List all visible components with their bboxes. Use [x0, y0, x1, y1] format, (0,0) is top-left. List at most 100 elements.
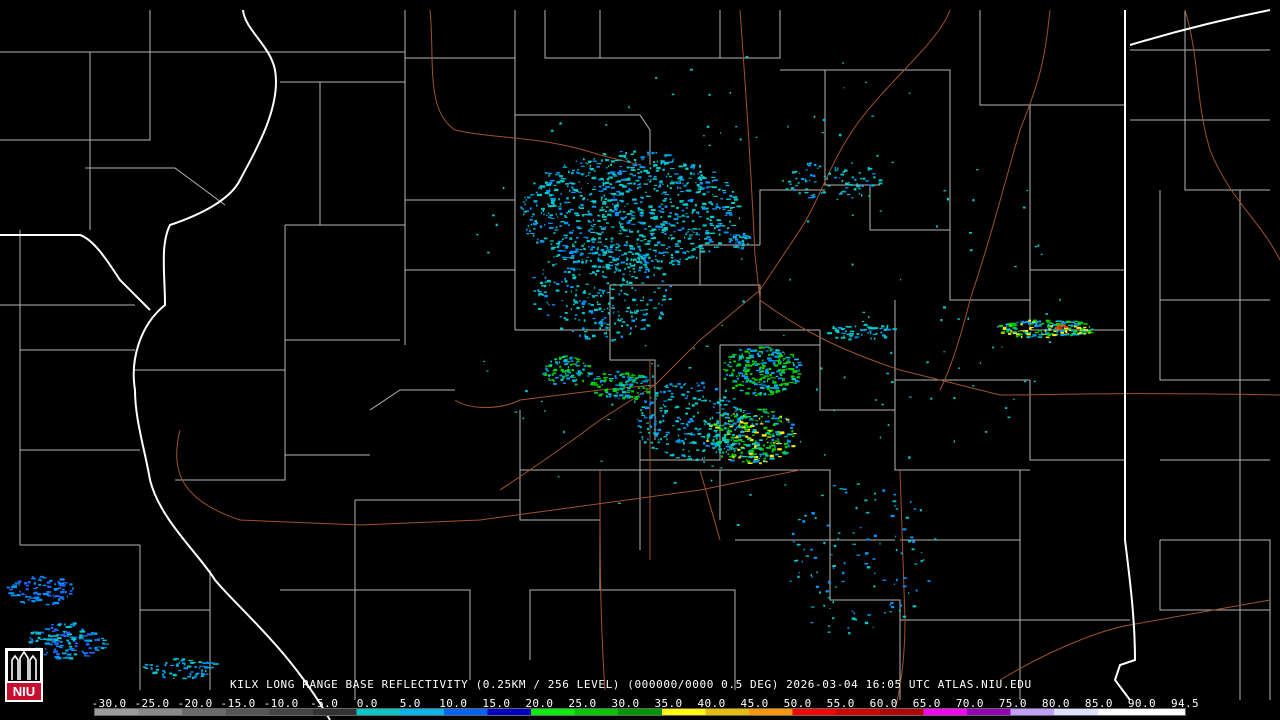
- echo-pixel: [789, 183, 792, 185]
- echo-pixel: [631, 215, 635, 217]
- echo-pixel: [697, 190, 701, 193]
- echo-pixel: [715, 205, 720, 209]
- county-line: [280, 81, 405, 341]
- echo-pixel: [1055, 320, 1061, 322]
- radar-echoes: [6, 56, 1095, 680]
- echo-pixel: [583, 158, 585, 161]
- echo-pixel: [155, 671, 157, 674]
- echo-pixel: [58, 598, 61, 601]
- echo-pixel: [832, 326, 835, 329]
- echo-pixel: [639, 249, 642, 252]
- echo-pixel: [710, 442, 714, 445]
- echo-pixel: [712, 193, 714, 195]
- echo-pixel: [889, 604, 892, 606]
- echo-pixel: [792, 541, 795, 543]
- echo-pixel: [607, 307, 609, 310]
- echo-pixel: [919, 509, 922, 512]
- echo-pixel: [554, 188, 559, 192]
- echo-pixel: [553, 232, 556, 234]
- echo-pixel: [731, 202, 736, 204]
- echo-pixel: [546, 190, 551, 193]
- echo-pixel: [638, 269, 642, 272]
- echo-pixel: [848, 181, 850, 184]
- echo-pixel: [663, 233, 667, 235]
- echo-pixel: [52, 630, 56, 633]
- echo-pixel: [1018, 334, 1020, 337]
- state-border-line: [132, 9, 331, 720]
- echo-pixel: [626, 283, 629, 286]
- echo-pixel: [1065, 321, 1068, 323]
- echo-pixel: [788, 382, 793, 383]
- echo-pixel: [603, 317, 607, 319]
- echo-pixel: [837, 538, 839, 541]
- echo-pixel: [676, 216, 682, 218]
- echo-pixel: [590, 224, 593, 226]
- echo-pixel: [718, 425, 722, 427]
- echo-pixel: [46, 581, 51, 584]
- county-line: [519, 410, 641, 660]
- echo-pixel: [612, 256, 614, 259]
- echo-pixel: [617, 172, 620, 174]
- echo-pixel: [889, 611, 892, 613]
- echo-pixel: [634, 310, 636, 313]
- echo-pixel: [729, 423, 731, 426]
- echo-pixel: [18, 580, 22, 583]
- echo-pixel: [590, 310, 594, 312]
- echo-pixel: [613, 311, 615, 314]
- echo-pixel: [752, 392, 757, 394]
- echo-pixel: [731, 353, 736, 356]
- echo-pixel: [641, 214, 643, 217]
- echo-pixel: [784, 382, 788, 386]
- echo-pixel: [709, 224, 715, 226]
- echo-pixel: [569, 208, 574, 211]
- echo-pixel: [544, 181, 549, 184]
- echo-pixel: [744, 423, 748, 426]
- echo-pixel: [532, 213, 535, 216]
- echo-pixel: [52, 635, 59, 637]
- echo-pixel: [1083, 323, 1088, 325]
- echo-pixel: [1018, 330, 1020, 333]
- echo-pixel: [780, 374, 783, 377]
- echo-pixel: [1047, 333, 1051, 336]
- echo-pixel: [569, 189, 571, 192]
- echo-pixel: [559, 374, 563, 377]
- echo-pixel: [1060, 328, 1063, 330]
- echo-pixel: [823, 604, 825, 607]
- echo-pixel: [605, 226, 607, 228]
- echo-pixel: [654, 255, 657, 257]
- echo-pixel: [615, 384, 620, 386]
- echo-pixel: [669, 198, 672, 201]
- echo-pixel: [692, 397, 697, 400]
- echo-pixel: [563, 430, 565, 434]
- echo-pixel: [583, 247, 586, 251]
- echo-pixel: [687, 455, 691, 458]
- echo-pixel: [873, 534, 877, 537]
- echo-pixel: [553, 281, 556, 284]
- echo-pixel: [759, 462, 762, 465]
- echo-pixel: [784, 418, 788, 420]
- echo-pixel: [676, 222, 679, 224]
- echo-pixel: [204, 666, 208, 669]
- echo-pixel: [757, 408, 762, 411]
- echo-pixel: [794, 358, 799, 361]
- echo-pixel: [729, 433, 731, 435]
- echo-pixel: [641, 159, 644, 161]
- echo-pixel: [548, 205, 552, 208]
- echo-pixel: [625, 391, 631, 393]
- echo-pixel: [706, 440, 709, 442]
- echo-pixel: [791, 430, 794, 433]
- echo-pixel: [714, 388, 719, 391]
- echo-pixel: [602, 213, 605, 216]
- echo-pixel: [572, 169, 575, 172]
- echo-pixel: [173, 677, 175, 679]
- echo-pixel: [864, 621, 869, 625]
- echo-pixel: [751, 349, 755, 351]
- echo-pixel: [636, 243, 638, 245]
- echo-pixel: [902, 528, 907, 531]
- echo-pixel: [611, 288, 615, 290]
- echo-pixel: [568, 224, 570, 227]
- echo-pixel: [1048, 341, 1052, 344]
- echo-pixel: [183, 667, 188, 670]
- echo-pixel: [879, 210, 882, 212]
- echo-pixel: [59, 647, 63, 649]
